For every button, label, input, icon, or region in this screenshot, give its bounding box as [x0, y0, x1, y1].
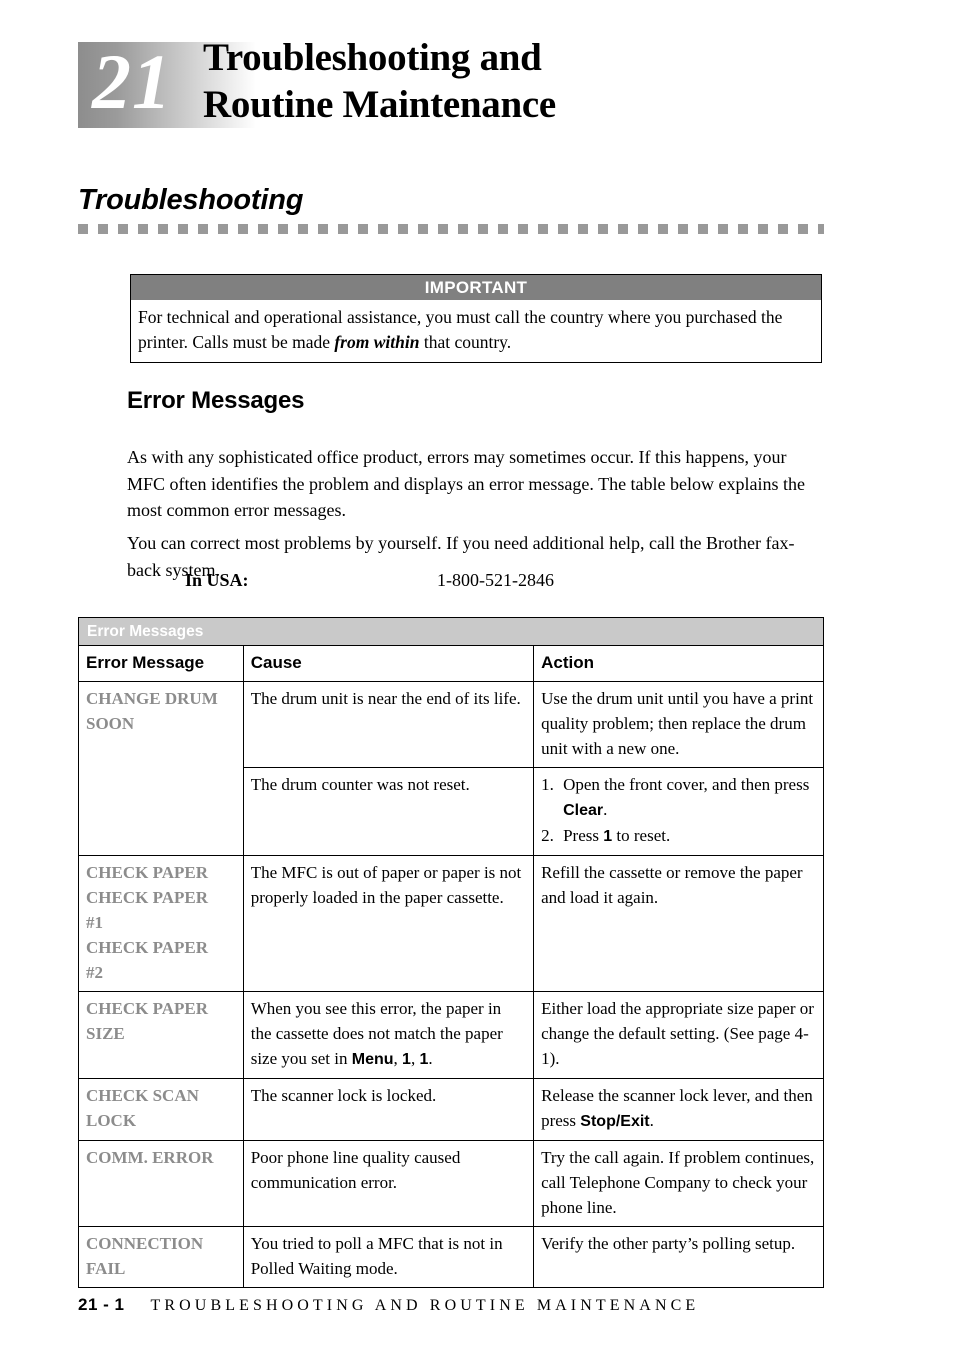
important-text-emphasis: from within [334, 332, 420, 352]
key-label: 1 [603, 828, 613, 845]
action-step-text-before: Open the front cover, and then press [563, 775, 810, 794]
error-code-line: CONNECTION [86, 1234, 204, 1253]
column-header-error-message: Error Message [79, 646, 244, 682]
action-cell: Verify the other party’s polling setup. [541, 1234, 796, 1253]
action-step-list: 1. Open the front cover, and then press C… [541, 772, 816, 849]
key-label: Stop/Exit [580, 1113, 650, 1130]
action-step-text-before: Press [563, 826, 604, 845]
action-step-text-after: to reset. [612, 826, 671, 845]
key-label: Clear [563, 802, 604, 819]
cause-cell: The drum counter was not reset. [243, 767, 535, 856]
fax-back-country-label: In USA: [185, 570, 249, 590]
dashed-rule-divider [78, 224, 824, 234]
error-messages-table: Error Message Cause Action CHANGE DRUM S… [79, 646, 823, 1287]
error-code-cell: COMM. ERROR [79, 1140, 244, 1227]
action-step-text-after: . [603, 800, 608, 819]
error-code-line: #1 [86, 913, 103, 932]
action-step-number: 1. [541, 775, 554, 794]
error-code-line: #2 [86, 963, 103, 982]
important-callout-body: For technical and operational assistance… [131, 300, 821, 362]
error-code-line: CHECK PAPER [86, 999, 208, 1018]
action-step: 1. Open the front cover, and then press C… [541, 772, 816, 823]
chapter-header: 21 Troubleshooting and Routine Maintenan… [78, 36, 838, 132]
error-code-line: CHECK PAPER [86, 938, 208, 957]
error-code-line: LOCK [86, 1111, 137, 1130]
action-cell: 1. Open the front cover, and then press C… [533, 767, 823, 856]
cause-text-mid: , [393, 1049, 403, 1068]
cause-cell: The MFC is out of paper or paper is not … [243, 855, 535, 992]
key-label: Menu [351, 1051, 394, 1068]
cause-cell: The drum unit is near the end of its lif… [243, 681, 535, 768]
cause-cell: The scanner lock is locked. [243, 1078, 535, 1141]
action-cell: Either load the appropriate size paper o… [533, 991, 823, 1079]
fax-back-contact-line: In USA: 1-800-521-2846 [185, 567, 554, 593]
error-code-line: FAIL [86, 1259, 126, 1278]
sub-heading-error-messages: Error Messages [127, 387, 305, 414]
cause-cell: Poor phone line quality caused communica… [243, 1140, 535, 1227]
error-code-cell: CHECK PAPER SIZE [79, 991, 244, 1079]
action-cell: Release the scanner lock lever, and then… [533, 1078, 823, 1141]
important-text-after: that country. [419, 332, 512, 352]
table-row: CHECK PAPER SIZE When you see this error… [79, 991, 823, 1079]
table-row: CHANGE DRUM SOON The drum unit is near t… [79, 681, 823, 856]
table-row: CONNECTION FAIL You tried to poll a MFC … [79, 1226, 823, 1287]
action-cell: Try the call again. If problem continues… [533, 1140, 823, 1227]
chapter-number: 21 [92, 38, 172, 125]
table-row: CHECK PAPER CHECK PAPER #1 CHECK PAPER #… [79, 855, 823, 992]
column-header-cause: Cause [243, 646, 535, 682]
key-label: 1 [402, 1051, 411, 1068]
cause-cell: You tried to poll a MFC that is not in P… [243, 1226, 535, 1287]
error-code-cell: CHECK SCAN LOCK [79, 1078, 244, 1141]
action-step-number: 2. [541, 826, 554, 845]
error-code-cell: CHECK PAPER CHECK PAPER #1 CHECK PAPER #… [79, 855, 244, 992]
important-callout-box: IMPORTANT For technical and operational … [130, 274, 822, 363]
cause-text-after: . [428, 1049, 433, 1068]
page-footer: 21 - 1 TROUBLESHOOTING AND ROUTINE MAINTE… [78, 1295, 838, 1315]
error-code-cell: CHANGE DRUM SOON [79, 681, 244, 856]
error-code-line: SOON [86, 714, 135, 733]
error-code-line: CHECK SCAN [86, 1086, 199, 1105]
error-code-line: CHECK PAPER [86, 863, 208, 882]
error-code-cell: CONNECTION FAIL [79, 1226, 244, 1287]
error-code-line: CHECK PAPER [86, 888, 208, 907]
fax-back-phone-number: 1-800-521-2846 [437, 570, 554, 590]
section-heading-troubleshooting: Troubleshooting [78, 184, 304, 216]
error-messages-table-container: Error Messages Error Message Cause Actio… [78, 617, 824, 1288]
page-title: Troubleshooting and Routine Maintenance [203, 36, 556, 126]
table-header-row: Error Message Cause Action [79, 646, 823, 682]
table-row: COMM. ERROR Poor phone line quality caus… [79, 1140, 823, 1227]
table-caption: Error Messages [79, 618, 823, 646]
error-code-line: COMM. ERROR [86, 1148, 214, 1167]
action-text-after: . [649, 1111, 654, 1130]
cause-cell: When you see this error, the paper in th… [243, 991, 535, 1079]
important-callout-title: IMPORTANT [131, 275, 821, 300]
intro-paragraph-1: As with any sophisticated office product… [127, 447, 805, 520]
footer-chapter-title: TROUBLESHOOTING AND ROUTINE MAINTENANCE [150, 1297, 700, 1314]
error-code-line: SIZE [86, 1024, 125, 1043]
action-cell: Use the drum unit until you have a print… [533, 681, 823, 768]
error-code-line: CHANGE DRUM [86, 689, 218, 708]
action-cell: Refill the cassette or remove the paper … [533, 855, 823, 992]
table-row: CHECK SCAN LOCK The scanner lock is lock… [79, 1078, 823, 1141]
column-header-action: Action [533, 646, 823, 682]
footer-page-number: 21 - 1 [78, 1295, 125, 1314]
action-step: 2. Press 1 to reset. [541, 823, 816, 849]
